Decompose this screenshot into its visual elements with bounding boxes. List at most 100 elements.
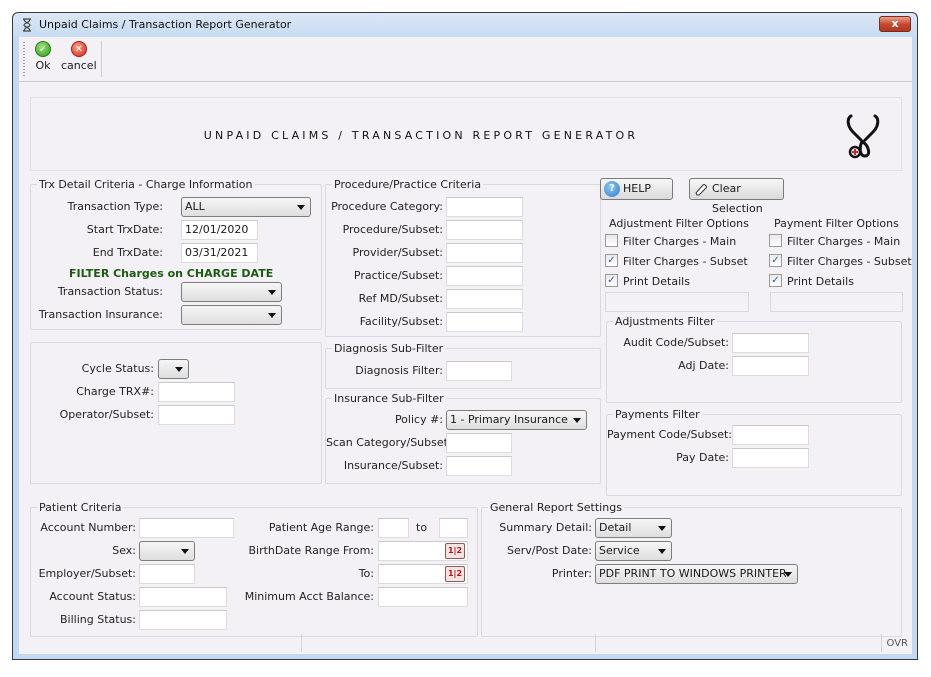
trx-detail-group: Trx Detail Criteria - Charge Information… xyxy=(30,178,322,330)
policy-select[interactable]: 1 - Primary Insurance xyxy=(446,410,587,430)
transaction-insurance-select[interactable] xyxy=(181,305,282,325)
operator-subset-label: Operator/Subset: xyxy=(59,408,154,421)
end-date-label: End TrxDate: xyxy=(92,246,163,259)
age-to-input[interactable] xyxy=(439,518,468,538)
sex-select[interactable] xyxy=(139,541,195,561)
report-header-title: UNPAID CLAIMS / TRANSACTION REPORT GENER… xyxy=(203,129,639,142)
min-balance-input[interactable] xyxy=(378,587,468,607)
insurance-subset-label: Insurance/Subset: xyxy=(343,459,443,472)
chevron-down-icon xyxy=(268,313,276,318)
toolbar-grip[interactable] xyxy=(23,42,25,76)
cycle-status-select[interactable] xyxy=(158,359,189,379)
patient-criteria-group: Patient Criteria Account Number: Sex: Em… xyxy=(30,501,478,637)
transaction-status-label: Transaction Status: xyxy=(57,285,163,298)
facility-subset-label: Facility/Subset: xyxy=(359,315,443,328)
calendar-icon[interactable]: 1|2 xyxy=(445,543,465,559)
adj-filter-main-checkbox[interactable] xyxy=(605,234,618,247)
summary-detail-label: Summary Detail: xyxy=(499,521,592,534)
scan-category-label: Scan Category/Subset: xyxy=(326,436,452,449)
clear-selection-label: Clear Selection xyxy=(712,182,763,215)
pay-filter-subset-checkbox[interactable]: ✓ xyxy=(769,254,782,267)
printer-value: PDF PRINT TO WINDOWS PRINTER xyxy=(599,567,787,580)
age-range-label: Patient Age Range: xyxy=(268,521,374,534)
charge-trx-input[interactable] xyxy=(158,382,235,402)
audit-code-label: Audit Code/Subset: xyxy=(623,336,729,349)
patient-criteria-title: Patient Criteria xyxy=(37,501,124,514)
adj-date-input[interactable] xyxy=(732,356,809,376)
filter-charge-date-note: FILTER Charges on CHARGE DATE xyxy=(69,267,274,280)
transaction-type-select[interactable]: ALL xyxy=(181,197,311,217)
pay-print-details-checkbox[interactable]: ✓ xyxy=(769,274,782,287)
eraser-icon xyxy=(695,184,707,196)
chevron-down-icon xyxy=(181,549,189,554)
diagnosis-group: Diagnosis Sub-Filter Diagnosis Filter: xyxy=(325,342,601,389)
report-generator-window: Unpaid Claims / Transaction Report Gener… xyxy=(12,12,918,660)
close-button[interactable]: x xyxy=(879,16,911,32)
calendar-icon[interactable]: 1|2 xyxy=(445,566,465,582)
adj-filter-main-label: Filter Charges - Main xyxy=(623,235,737,248)
age-to-label: to xyxy=(416,521,428,534)
summary-detail-value: Detail xyxy=(599,521,632,534)
help-button[interactable]: ? HELP xyxy=(600,178,673,200)
provider-subset-input[interactable] xyxy=(446,243,523,263)
practice-subset-label: Practice/Subset: xyxy=(353,269,443,282)
birthdate-to-label: To: xyxy=(358,567,374,580)
procedure-category-label: Procedure Category: xyxy=(331,200,443,213)
serv-post-date-select[interactable]: Service xyxy=(595,541,672,561)
procedure-subset-input[interactable] xyxy=(446,220,523,240)
transaction-status-select[interactable] xyxy=(181,282,282,302)
billing-status-input[interactable] xyxy=(139,610,227,630)
adj-filter-subset-checkbox[interactable]: ✓ xyxy=(605,254,618,267)
client-area: ✓ Ok ✕ cancel UNPAID CLAIMS / TRANSACTIO… xyxy=(19,37,912,654)
cancel-button[interactable]: ✕ cancel xyxy=(61,41,97,72)
pay-filter-main-label: Filter Charges - Main xyxy=(787,235,901,248)
end-date-input[interactable]: 03/31/2021 xyxy=(181,243,258,263)
ref-md-subset-label: Ref MD/Subset: xyxy=(358,292,443,305)
adj-print-details-label: Print Details xyxy=(623,275,690,288)
summary-detail-select[interactable]: Detail xyxy=(595,518,672,538)
account-status-input[interactable] xyxy=(139,587,227,607)
printer-select[interactable]: PDF PRINT TO WINDOWS PRINTER xyxy=(595,564,798,584)
serv-post-date-value: Service xyxy=(599,544,640,557)
general-settings-title: General Report Settings xyxy=(488,501,624,514)
start-date-label: Start TrxDate: xyxy=(86,223,163,236)
account-number-input[interactable] xyxy=(139,518,234,538)
practice-subset-input[interactable] xyxy=(446,266,523,286)
window-title: Unpaid Claims / Transaction Report Gener… xyxy=(39,18,292,31)
header-panel: UNPAID CLAIMS / TRANSACTION REPORT GENER… xyxy=(30,97,902,171)
ok-button[interactable]: ✓ Ok xyxy=(35,41,51,72)
adjustments-filter-group: Adjustments Filter Audit Code/Subset: Ad… xyxy=(606,315,902,403)
pay-filter-subset-label: Filter Charges - Subset xyxy=(787,255,912,268)
min-balance-label: Minimum Acct Balance: xyxy=(244,590,374,603)
pay-date-input[interactable] xyxy=(732,448,809,468)
cycle-status-label: Cycle Status: xyxy=(81,362,154,375)
start-date-input[interactable]: 12/01/2020 xyxy=(181,220,258,240)
employer-subset-input[interactable] xyxy=(139,564,195,584)
status-separator xyxy=(301,634,302,652)
pay-options-empty-box xyxy=(770,292,903,312)
operator-subset-input[interactable] xyxy=(158,405,235,425)
status-separator xyxy=(595,634,596,652)
diagnosis-filter-input[interactable] xyxy=(446,361,512,381)
transaction-insurance-label: Transaction Insurance: xyxy=(38,308,163,321)
account-number-label: Account Number: xyxy=(40,521,136,534)
payment-code-input[interactable] xyxy=(732,425,809,445)
account-status-label: Account Status: xyxy=(49,590,136,603)
billing-status-label: Billing Status: xyxy=(60,613,136,626)
audit-code-input[interactable] xyxy=(732,333,809,353)
procedure-category-input[interactable] xyxy=(446,197,523,217)
insurance-subset-input[interactable] xyxy=(446,456,512,476)
ref-md-subset-input[interactable] xyxy=(446,289,523,309)
cancel-x-icon: ✕ xyxy=(70,41,87,57)
pay-filter-main-checkbox[interactable] xyxy=(769,234,782,247)
procedure-subset-label: Procedure/Subset: xyxy=(342,223,443,236)
clear-selection-button[interactable]: Clear Selection xyxy=(689,178,784,215)
scan-category-input[interactable] xyxy=(446,433,512,453)
sex-label: Sex: xyxy=(112,544,136,557)
adj-print-details-checkbox[interactable]: ✓ xyxy=(605,274,618,287)
overwrite-mode-indicator: OVR xyxy=(886,638,908,649)
facility-subset-input[interactable] xyxy=(446,312,523,332)
cancel-label: cancel xyxy=(61,59,97,72)
age-from-input[interactable] xyxy=(378,518,409,538)
payments-filter-title: Payments Filter xyxy=(613,408,702,421)
